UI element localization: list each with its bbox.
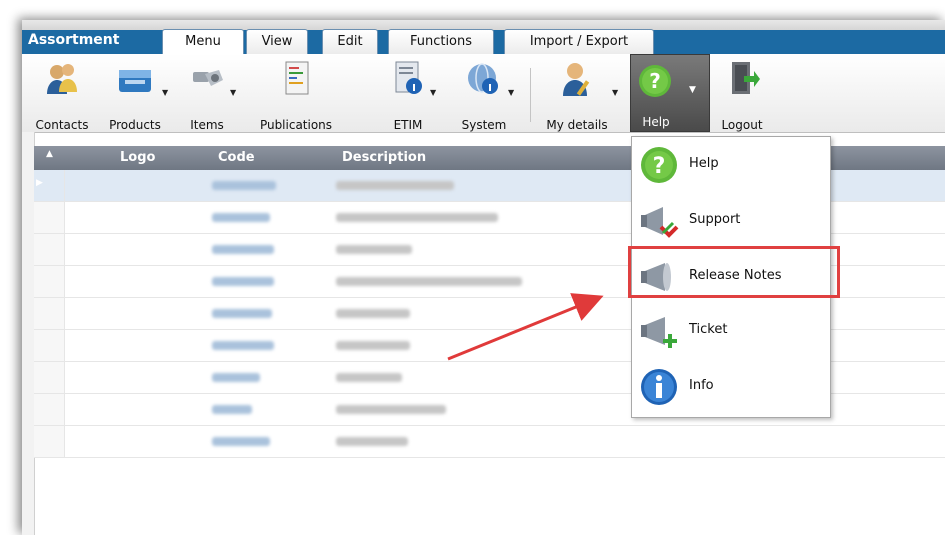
column-header-code[interactable]: Code: [218, 150, 255, 165]
logout-label: Logout: [721, 118, 763, 132]
bolt-nut-icon: [193, 70, 223, 86]
code-cell: [212, 181, 276, 190]
logout-button[interactable]: Logout: [712, 60, 772, 132]
app-title: Assortment: [28, 32, 120, 48]
row-selector[interactable]: [34, 266, 65, 297]
ribbon-toolbar: Contacts ▼ Products ▼ Items Publications…: [22, 54, 945, 133]
contacts-button[interactable]: Contacts: [26, 60, 98, 132]
row-selector[interactable]: [34, 298, 65, 329]
help-button[interactable]: ? ▼ Help: [630, 54, 710, 132]
description-cell: [336, 213, 498, 222]
menu-item-help-label: Help: [689, 156, 719, 171]
items-button[interactable]: ▼ Items: [174, 60, 240, 132]
code-cell: [212, 309, 272, 318]
menu-item-support-label: Support: [689, 212, 741, 227]
help-question-icon: ?: [639, 65, 671, 97]
table-row[interactable]: [34, 426, 945, 458]
tab-view[interactable]: View: [246, 29, 308, 54]
items-label: Items: [190, 118, 224, 132]
menu-item-info-label: Info: [689, 378, 714, 393]
menu-item-support[interactable]: Support: [632, 193, 830, 247]
application-window: Assortment Menu View Edit Functions Impo…: [22, 20, 945, 535]
contacts-label: Contacts: [35, 118, 89, 132]
description-cell: [336, 245, 412, 254]
menu-item-ticket[interactable]: Ticket: [632, 303, 830, 357]
code-cell: [212, 405, 252, 414]
megaphone-support-icon: [641, 207, 679, 238]
my-details-dropdown-icon[interactable]: ▼: [612, 88, 618, 97]
system-button[interactable]: ▼ System: [446, 60, 522, 132]
contacts-icon: [47, 64, 77, 94]
info-icon: [641, 369, 677, 405]
megaphone-ticket-icon: [641, 317, 677, 348]
row-selector[interactable]: [34, 426, 65, 457]
help-question-icon: ?: [641, 147, 677, 183]
products-box-icon: [119, 70, 151, 92]
tab-menu[interactable]: Menu: [162, 29, 244, 54]
row-selector[interactable]: [34, 330, 65, 361]
products-label: Products: [109, 118, 161, 132]
etim-document-info-icon: [395, 61, 422, 94]
system-dropdown-icon[interactable]: ▼: [508, 88, 514, 97]
description-cell: [336, 309, 410, 318]
menu-item-ticket-label: Ticket: [689, 322, 728, 337]
logout-door-icon: [732, 62, 760, 94]
publication-document-icon: [285, 61, 309, 95]
description-cell: [336, 437, 408, 446]
code-cell: [212, 373, 260, 382]
publications-button[interactable]: Publications: [246, 60, 346, 132]
code-cell: [212, 277, 274, 286]
help-dropdown-icon[interactable]: ▼: [689, 85, 696, 95]
sort-up-icon[interactable]: ▲: [46, 149, 53, 159]
system-label: System: [461, 118, 507, 132]
description-cell: [336, 341, 410, 350]
tab-edit[interactable]: Edit: [322, 29, 378, 54]
code-cell: [212, 245, 274, 254]
menu-item-help[interactable]: ? Help: [632, 137, 830, 191]
description-cell: [336, 373, 402, 382]
user-edit-icon: [563, 63, 590, 96]
etim-dropdown-icon[interactable]: ▼: [430, 88, 436, 97]
row-selector[interactable]: [34, 234, 65, 265]
row-selector[interactable]: [34, 202, 65, 233]
row-selector[interactable]: [34, 362, 65, 393]
items-dropdown-icon[interactable]: ▼: [230, 88, 236, 97]
toolbar-separator: [530, 68, 531, 122]
code-cell: [212, 437, 270, 446]
products-dropdown-icon[interactable]: ▼: [162, 88, 168, 97]
publications-label: Publications: [259, 118, 333, 132]
menu-item-info[interactable]: Info: [632, 359, 830, 413]
globe-info-icon: [468, 63, 498, 94]
my-details-button[interactable]: ▼ My details: [534, 60, 620, 132]
tab-functions[interactable]: Functions: [388, 29, 494, 54]
etim-label: ETIM: [393, 118, 423, 132]
release-notes-highlight-box: [628, 246, 840, 298]
column-header-logo[interactable]: Logo: [120, 150, 155, 165]
row-selector[interactable]: [34, 394, 65, 425]
etim-button[interactable]: ▼ ETIM: [378, 60, 438, 132]
description-cell: [336, 277, 522, 286]
svg-text:?: ?: [653, 154, 666, 179]
svg-text:?: ?: [649, 69, 661, 93]
code-cell: [212, 341, 274, 350]
description-cell: [336, 405, 446, 414]
description-cell: [336, 181, 454, 190]
column-header-description[interactable]: Description: [342, 150, 426, 165]
my-details-label: My details: [546, 118, 608, 132]
row-selector[interactable]: ▶: [34, 170, 65, 201]
help-label: Help: [642, 115, 670, 129]
code-cell: [212, 213, 270, 222]
products-button[interactable]: ▼ Products: [100, 60, 170, 132]
tab-import-export[interactable]: Import / Export: [504, 29, 654, 54]
